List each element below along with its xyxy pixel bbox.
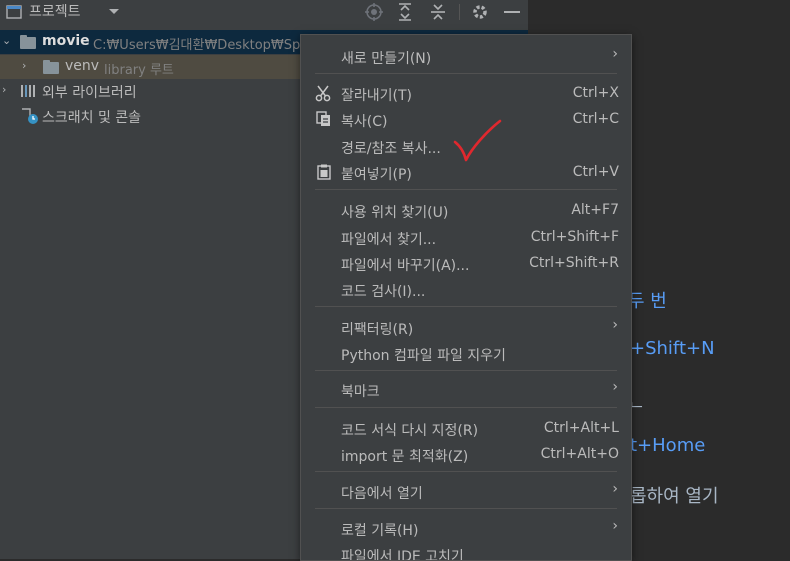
menu-item-bookmarks[interactable]: 북마크 › bbox=[301, 376, 631, 402]
copy-icon bbox=[315, 110, 333, 128]
scratches-icon bbox=[20, 107, 40, 129]
library-icon bbox=[20, 84, 36, 102]
project-toolbar: 프로젝트 bbox=[0, 0, 528, 24]
menu-separator bbox=[315, 407, 617, 408]
tree-node-label: venv bbox=[65, 58, 100, 74]
editor-hint-shortcut: +Shift+N bbox=[630, 338, 715, 359]
tree-node-path: C:₩Users₩김대환₩Desktop₩Sp bbox=[93, 38, 301, 53]
gear-icon[interactable] bbox=[470, 2, 490, 22]
tree-node-label: 스크래치 및 콘솔 bbox=[42, 110, 142, 126]
menu-item-find-in-files[interactable]: 파일에서 찾기... Ctrl+Shift+F bbox=[301, 224, 631, 250]
menu-item-label: 코드 서식 다시 지정(R) bbox=[341, 423, 479, 439]
submenu-arrow-icon: › bbox=[612, 379, 618, 395]
submenu-arrow-icon: › bbox=[612, 46, 618, 62]
menu-item-shortcut: Alt+F7 bbox=[571, 202, 619, 218]
menu-separator bbox=[315, 471, 617, 472]
menu-item-shortcut: Ctrl+Shift+F bbox=[530, 229, 619, 245]
submenu-arrow-icon: › bbox=[612, 317, 618, 333]
expand-all-icon[interactable] bbox=[395, 2, 415, 22]
clipboard-icon bbox=[315, 163, 333, 181]
menu-separator bbox=[315, 73, 617, 74]
menu-item-shortcut: Ctrl+Alt+L bbox=[543, 420, 619, 436]
submenu-arrow-icon: › bbox=[612, 518, 618, 534]
editor-hint-line: 롭하여 열기 bbox=[630, 486, 719, 507]
project-title[interactable]: 프로젝트 bbox=[29, 1, 81, 21]
menu-item-label: 다음에서 열기 bbox=[341, 486, 423, 502]
menu-item-shortcut: Ctrl+Shift+R bbox=[529, 255, 619, 271]
menu-separator bbox=[315, 508, 617, 509]
menu-item-label: 파일에서 바꾸기(A)... bbox=[341, 258, 470, 274]
menu-item-refactor[interactable]: 리팩터링(R) › bbox=[301, 314, 631, 340]
menu-item-shortcut: Ctrl+V bbox=[572, 164, 619, 180]
view-dropdown-icon[interactable] bbox=[104, 2, 124, 22]
menu-separator bbox=[315, 189, 617, 190]
menu-item-new[interactable]: 새로 만들기(N) › bbox=[301, 43, 631, 69]
menu-item-label: 복사(C) bbox=[341, 114, 388, 130]
locate-file-icon[interactable] bbox=[364, 2, 384, 22]
submenu-arrow-icon: › bbox=[612, 481, 618, 497]
menu-item-label: 북마크 bbox=[341, 384, 380, 400]
menu-item-label: 잘라내기(T) bbox=[341, 88, 412, 104]
folder-icon bbox=[20, 35, 36, 49]
menu-item-repair-ide[interactable]: 파일에서 IDE 고치기 bbox=[301, 541, 631, 560]
menu-item-label: import 문 최적화(Z) bbox=[341, 449, 469, 465]
collapse-all-icon[interactable] bbox=[428, 2, 448, 22]
menu-item-inspect-code[interactable]: 코드 검사(I)... bbox=[301, 276, 631, 302]
menu-item-shortcut: Ctrl+Alt+O bbox=[540, 446, 619, 462]
menu-item-label: 파일에서 찾기... bbox=[341, 232, 437, 248]
menu-item-label: 새로 만들기(N) bbox=[341, 51, 432, 67]
folder-icon bbox=[43, 60, 59, 74]
editor-hint-line: 두 번 bbox=[628, 291, 667, 312]
library-root-tag: library 루트 bbox=[104, 63, 174, 78]
menu-item-open-in[interactable]: 다음에서 열기 › bbox=[301, 478, 631, 504]
menu-item-label: 붙여넣기(P) bbox=[341, 167, 412, 183]
chevron-right-icon[interactable]: › bbox=[2, 83, 6, 96]
menu-item-local-history[interactable]: 로컬 기록(H) › bbox=[301, 515, 631, 541]
menu-item-label: 코드 검사(I)... bbox=[341, 284, 426, 300]
menu-item-label: 경로/참조 복사... bbox=[341, 141, 441, 157]
menu-item-python-clean[interactable]: Python 컴파일 파일 지우기 bbox=[301, 340, 631, 366]
project-view-icon[interactable] bbox=[4, 2, 24, 22]
red-check-mark-annotation bbox=[453, 119, 502, 162]
menu-item-find-usages[interactable]: 사용 위치 찾기(U) Alt+F7 bbox=[301, 197, 631, 223]
chevron-down-icon[interactable]: ⌄ bbox=[2, 34, 11, 47]
chevron-right-icon[interactable]: › bbox=[22, 59, 26, 72]
scissors-icon bbox=[315, 84, 333, 102]
menu-item-optimize-imports[interactable]: import 문 최적화(Z) Ctrl+Alt+O bbox=[301, 441, 631, 467]
menu-separator bbox=[315, 306, 617, 307]
menu-item-replace-in-files[interactable]: 파일에서 바꾸기(A)... Ctrl+Shift+R bbox=[301, 250, 631, 276]
context-menu: 새로 만들기(N) › 잘라내기(T) Ctrl+X 복사(C) Ctrl+C … bbox=[300, 34, 632, 561]
minimize-icon[interactable] bbox=[502, 2, 522, 22]
tree-node-label: movie bbox=[42, 33, 90, 49]
menu-item-reformat-code[interactable]: 코드 서식 다시 지정(R) Ctrl+Alt+L bbox=[301, 415, 631, 441]
menu-separator bbox=[315, 370, 617, 371]
menu-item-cut[interactable]: 잘라내기(T) Ctrl+X bbox=[301, 80, 631, 106]
menu-item-label: 리팩터링(R) bbox=[341, 322, 414, 338]
editor-hint-shortcut: t+Home bbox=[630, 435, 706, 456]
menu-item-shortcut: Ctrl+X bbox=[572, 85, 619, 101]
tree-node-label: 외부 라이브러리 bbox=[42, 85, 137, 101]
menu-item-label: 로컬 기록(H) bbox=[341, 523, 419, 539]
menu-item-shortcut: Ctrl+C bbox=[572, 111, 619, 127]
menu-item-label: 사용 위치 찾기(U) bbox=[341, 205, 449, 221]
menu-item-label: Python 컴파일 파일 지우기 bbox=[341, 348, 506, 364]
toolbar-divider bbox=[459, 4, 460, 20]
